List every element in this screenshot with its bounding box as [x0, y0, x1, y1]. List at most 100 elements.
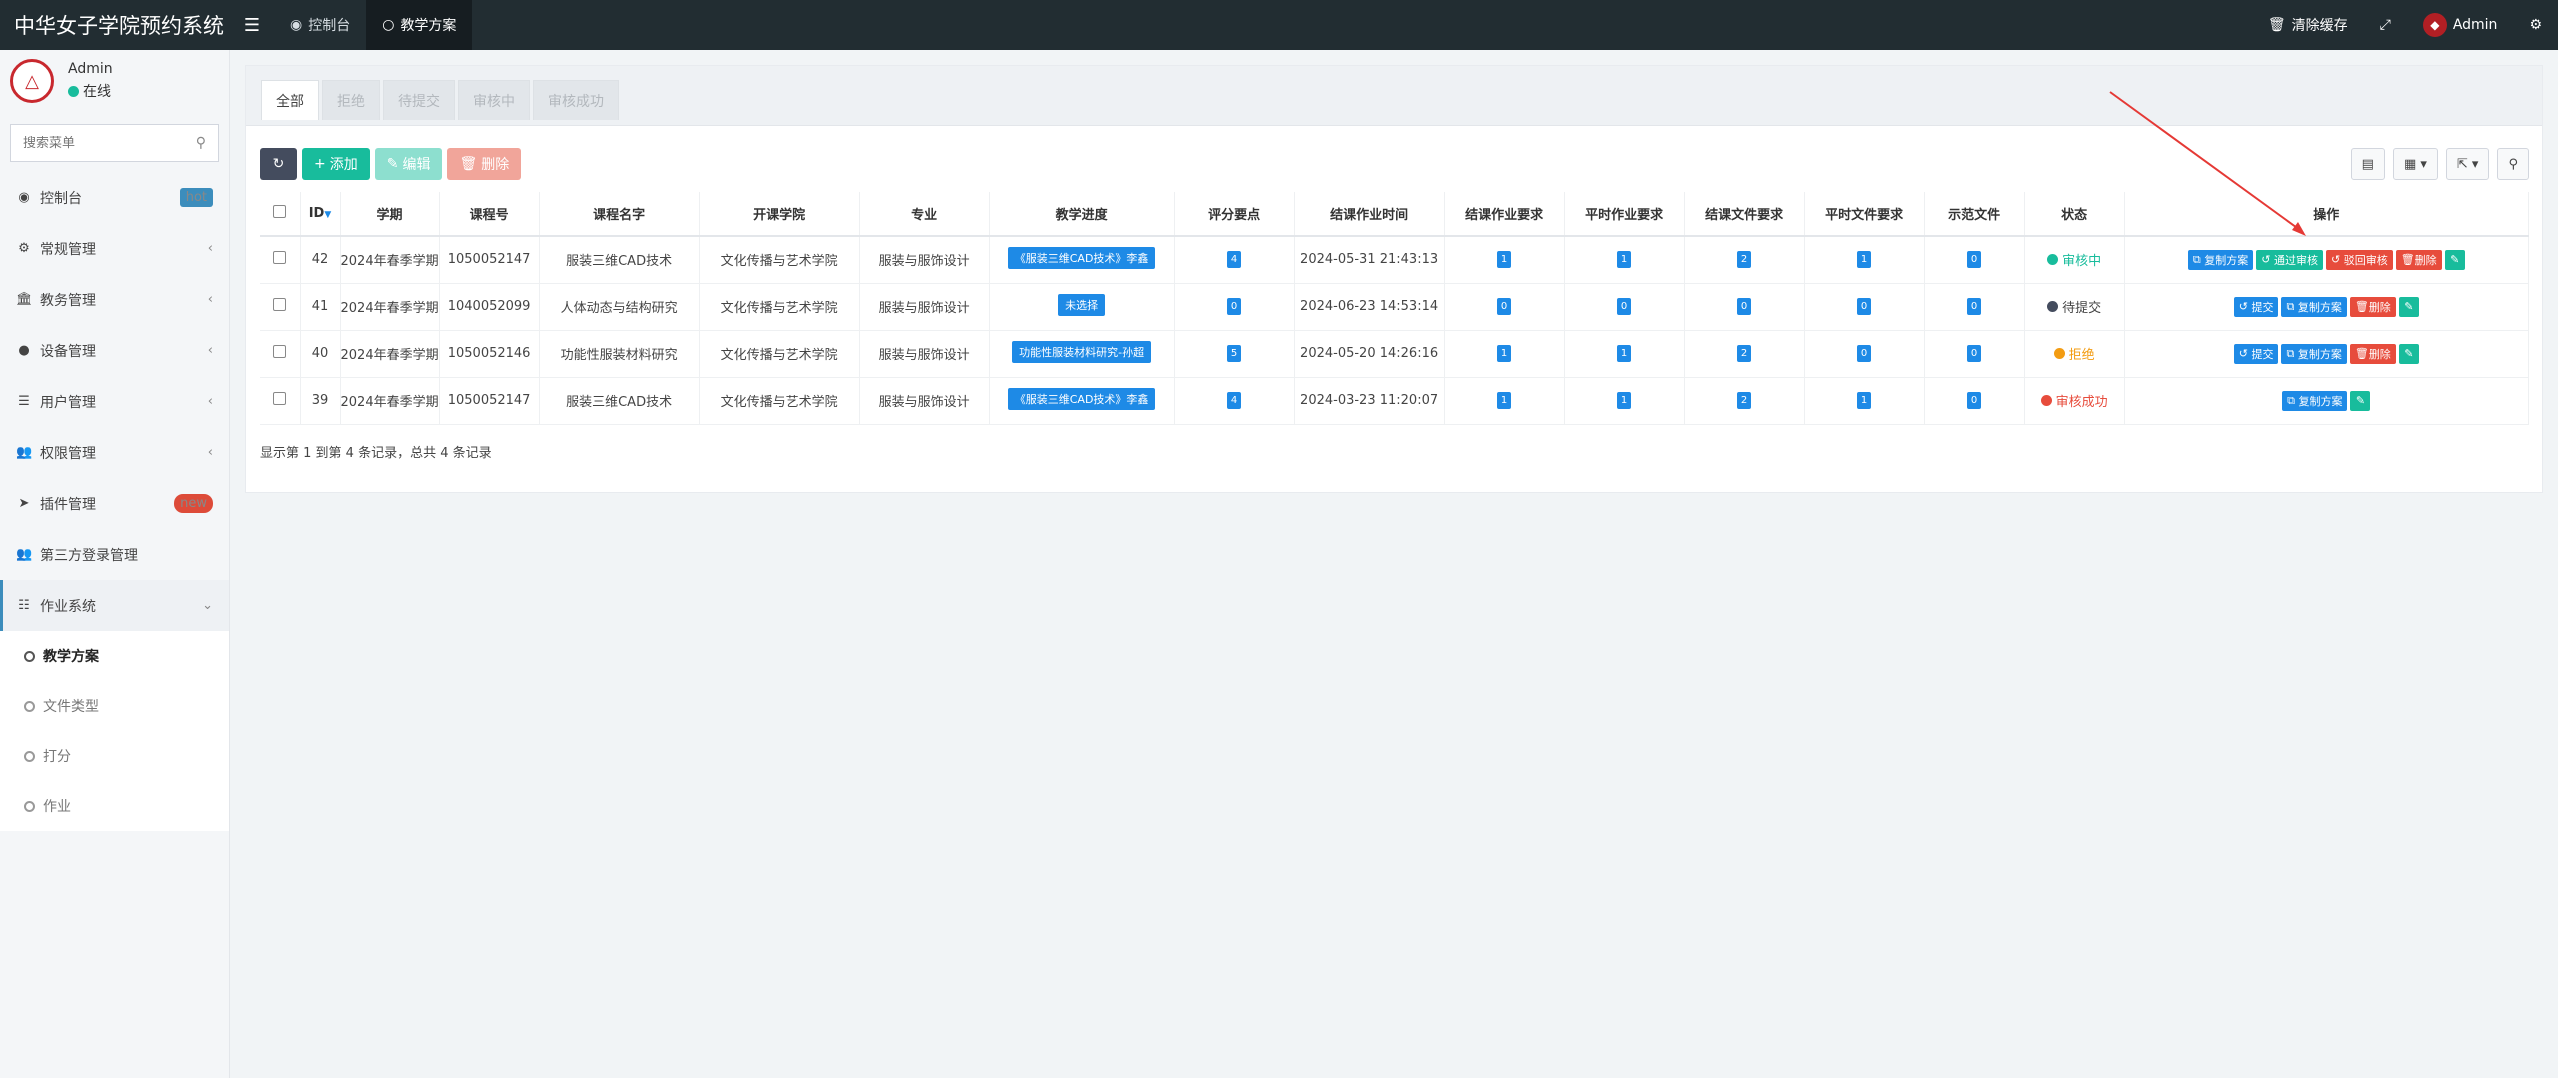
- user-menu[interactable]: ◆ Admin: [2407, 0, 2514, 50]
- clear-cache-button[interactable]: 🗑 清除缓存: [2252, 0, 2364, 50]
- cell-points: 4: [1174, 377, 1295, 425]
- row-delete-button[interactable]: 🗑 删除: [2395, 249, 2442, 270]
- count-badge: 1: [1616, 392, 1632, 409]
- menu-search-input[interactable]: [23, 135, 196, 151]
- cell-usual-req: 1: [1564, 236, 1685, 284]
- sidebar-item-academic[interactable]: 🏛 教务管理 ‹: [0, 274, 229, 325]
- sidebar-item-plugins[interactable]: ➤ 插件管理 new: [0, 478, 229, 529]
- edit-button[interactable]: ✎ 编辑: [374, 148, 443, 180]
- row-checkbox[interactable]: [273, 298, 287, 311]
- tab-approved[interactable]: 审核成功: [533, 80, 619, 120]
- row-edit-button[interactable]: ✎: [2398, 343, 2419, 364]
- undo-icon: ↺: [2238, 300, 2252, 313]
- cell-id: 39: [300, 377, 341, 425]
- column-header: 课程名字: [539, 192, 700, 237]
- tab-rejected[interactable]: 拒绝: [322, 80, 380, 120]
- chevron-left-icon: ‹: [207, 343, 213, 358]
- header-tab-teaching-plan[interactable]: ○ 教学方案: [366, 0, 473, 50]
- row-edit-button[interactable]: ✎: [2444, 249, 2465, 270]
- count-badge: 4: [1226, 251, 1242, 269]
- dashboard-icon: ◉: [290, 17, 303, 33]
- cell-major: 服装与服饰设计: [859, 377, 990, 425]
- table-toolbar: ↻ + 添加 ✎ 编辑 🗑 删除: [260, 148, 522, 180]
- menu-toggle-icon[interactable]: ☰: [230, 0, 274, 50]
- progress-tag[interactable]: 《服装三维CAD技术》李鑫: [1007, 246, 1156, 269]
- fullscreen-icon[interactable]: ⤢: [2364, 0, 2407, 50]
- count-badge: 5: [1226, 345, 1242, 362]
- row-edit-button[interactable]: ✎: [2398, 296, 2419, 317]
- cell-progress: 功能性服装材料研究-孙超: [989, 330, 1175, 378]
- status-label: 拒绝: [2068, 348, 2095, 363]
- search-toggle-button[interactable]: ⚲: [2497, 148, 2529, 180]
- table-row[interactable]: 40 2024年春季学期 1050052146 功能性服装材料研究 文化传播与艺…: [260, 330, 2530, 378]
- search-icon: ⚲: [2508, 156, 2518, 172]
- reject-button[interactable]: ↺ 驳回审核: [2325, 249, 2393, 270]
- table-row[interactable]: 41 2024年春季学期 1040052099 人体动态与结构研究 文化传播与艺…: [260, 283, 2530, 331]
- export-dropdown[interactable]: ⇱ ▾: [2445, 148, 2490, 180]
- copy-plan-button[interactable]: ⧉ 复制方案: [2281, 343, 2347, 364]
- cell-usual-file: 0: [1804, 283, 1925, 331]
- pencil-icon: ✎: [2450, 253, 2460, 267]
- status-badge: 审核中: [2047, 250, 2101, 269]
- dot-icon: ●: [18, 343, 30, 358]
- delete-label: 删除: [481, 157, 510, 173]
- sidebar-item-third-party-login[interactable]: 👥 第三方登录管理: [0, 529, 229, 580]
- row-delete-button[interactable]: 🗑 删除: [2349, 296, 2396, 317]
- tab-pending-submit[interactable]: 待提交: [383, 80, 455, 120]
- row-checkbox[interactable]: [273, 345, 287, 358]
- edit-label: 编辑: [402, 157, 431, 173]
- sidebar-subitem-file-type[interactable]: 文件类型: [0, 681, 229, 731]
- sidebar-item-users[interactable]: ☰ 用户管理 ‹: [0, 376, 229, 427]
- settings-icon[interactable]: ⚙: [2513, 0, 2558, 50]
- submit-button[interactable]: ↺ 提交: [2233, 296, 2279, 317]
- delete-button[interactable]: 🗑 删除: [447, 148, 522, 180]
- row-checkbox[interactable]: [273, 392, 287, 405]
- sidebar-item-label: 用户管理: [40, 394, 96, 411]
- cell-ops: ↺ 提交 ⧉ 复制方案 🗑 删除 ✎: [2124, 330, 2530, 378]
- cell-points: 0: [1174, 283, 1295, 331]
- copy-plan-button[interactable]: ⧉ 复制方案: [2282, 390, 2348, 411]
- search-icon[interactable]: ⚲: [196, 135, 206, 151]
- tab-under-review[interactable]: 审核中: [458, 80, 530, 120]
- sidebar-item-homework-system[interactable]: ☷ 作业系统 ⌄: [0, 580, 229, 631]
- select-all-checkbox[interactable]: [273, 205, 287, 218]
- online-status: 在线: [68, 81, 113, 101]
- sidebar-subitem-scoring[interactable]: 打分: [0, 731, 229, 781]
- circle-icon: [24, 800, 35, 812]
- sidebar-subitem-homework[interactable]: 作业: [0, 781, 229, 831]
- row-edit-button[interactable]: ✎: [2350, 390, 2371, 411]
- copy-plan-button[interactable]: ⧉ 复制方案: [2281, 296, 2347, 317]
- column-header-id[interactable]: ID▼: [300, 192, 341, 237]
- copy-plan-button[interactable]: ⧉ 复制方案: [2187, 249, 2254, 270]
- hot-badge: hot: [179, 188, 213, 207]
- header-tab-dashboard[interactable]: ◉ 控制台: [274, 0, 366, 50]
- avatar: ◆: [2422, 13, 2447, 37]
- row-checkbox[interactable]: [273, 251, 287, 265]
- cell-term: 2024年春季学期: [340, 330, 440, 378]
- cell-status: 审核成功: [2024, 377, 2125, 425]
- sidebar-item-permissions[interactable]: 👥 权限管理 ‹: [0, 427, 229, 478]
- progress-tag[interactable]: 未选择: [1058, 293, 1106, 316]
- sidebar-item-device[interactable]: ● 设备管理 ‹: [0, 325, 229, 376]
- table-row[interactable]: 39 2024年春季学期 1050052147 服装三维CAD技术 文化传播与艺…: [260, 377, 2530, 425]
- add-button[interactable]: + 添加: [302, 148, 370, 180]
- table-row[interactable]: 42 2024年春季学期 1050052147 服装三维CAD技术 文化传播与艺…: [260, 236, 2530, 284]
- toggle-view-button[interactable]: ▤: [2350, 148, 2385, 180]
- cell-final-file: 2: [1684, 377, 1805, 425]
- tab-all[interactable]: 全部: [261, 80, 319, 120]
- submit-button[interactable]: ↺ 提交: [2233, 343, 2279, 364]
- circle-icon: [24, 700, 35, 712]
- app-brand[interactable]: 中华女子学院预约系统: [0, 0, 230, 50]
- users-icon: 👥: [16, 547, 33, 562]
- columns-dropdown[interactable]: ▦ ▾: [2392, 148, 2438, 180]
- sidebar-subitem-teaching-plan[interactable]: 教学方案: [0, 631, 229, 681]
- row-delete-button[interactable]: 🗑 删除: [2349, 343, 2396, 364]
- sort-desc-icon: ▼: [324, 210, 332, 220]
- progress-tag[interactable]: 功能性服装材料研究-孙超: [1012, 340, 1152, 363]
- sidebar-item-general[interactable]: ⚙ 常规管理 ‹: [0, 223, 229, 274]
- approve-button[interactable]: ↺ 通过审核: [2256, 249, 2323, 270]
- progress-tag[interactable]: 《服装三维CAD技术》李鑫: [1007, 387, 1156, 410]
- column-header: 示范文件: [1924, 192, 2025, 237]
- sidebar-item-dashboard[interactable]: ◉ 控制台 hot: [0, 172, 229, 223]
- refresh-button[interactable]: ↻: [260, 148, 297, 180]
